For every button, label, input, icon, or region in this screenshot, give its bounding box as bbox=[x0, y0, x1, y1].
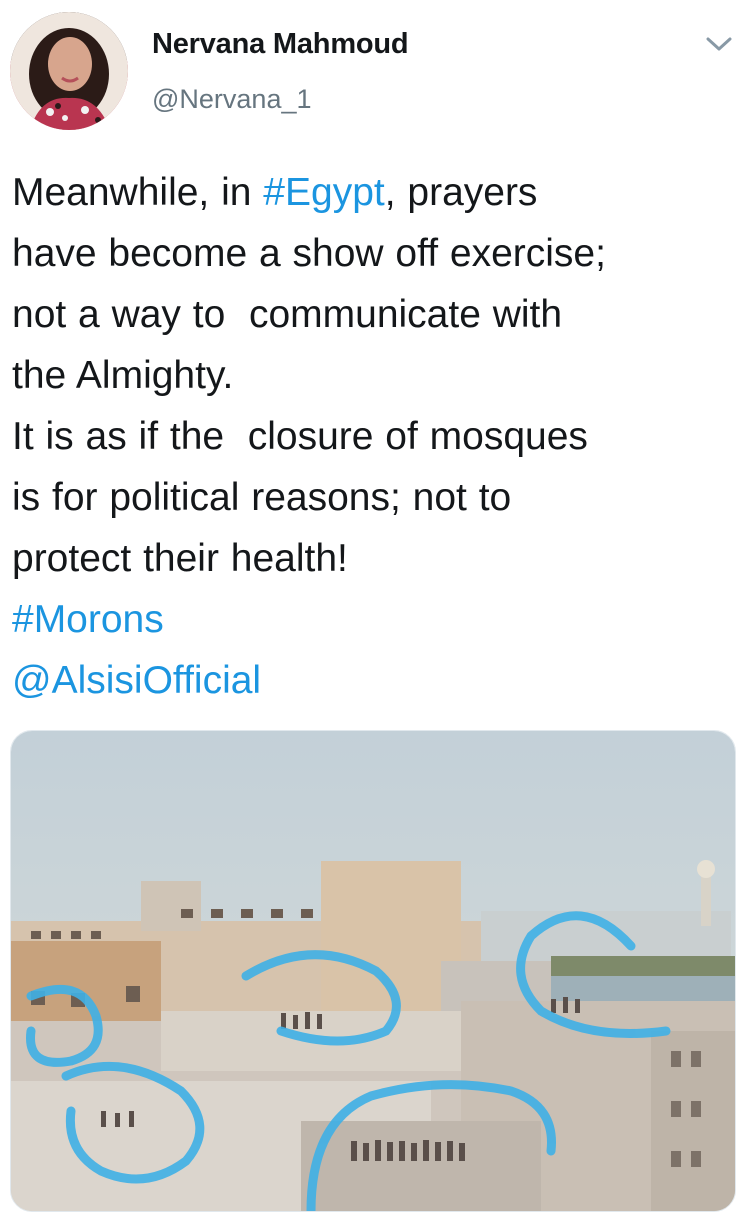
chevron-down-icon[interactable] bbox=[702, 30, 736, 58]
tweet-text: Meanwhile, in #Egypt, prayers have becom… bbox=[12, 162, 742, 711]
author-handle[interactable]: @Nervana_1 bbox=[152, 84, 312, 115]
tweet-text-line: is for political reasons; not to bbox=[12, 476, 512, 519]
avatar[interactable] bbox=[10, 12, 128, 130]
author-name[interactable]: Nervana Mahmoud bbox=[152, 28, 409, 61]
tweet-photo[interactable] bbox=[10, 730, 736, 1212]
tweet-text-line: have become a show off exercise; bbox=[12, 232, 606, 275]
mention-link[interactable]: @AlsisiOfficial bbox=[12, 659, 261, 702]
hashtag-morons-link[interactable]: #Morons bbox=[12, 598, 164, 641]
tweet-text-line: not a way to communicate with bbox=[12, 293, 563, 336]
tweet-card: Nervana Mahmoud @Nervana_1 Meanwhile, in… bbox=[0, 0, 754, 1212]
tweet-text-line: protect their health! bbox=[12, 537, 348, 580]
tweet-text-line: It is as if the closure of mosques bbox=[12, 415, 588, 458]
hashtag-egypt-link[interactable]: #Egypt bbox=[263, 171, 384, 214]
tweet-text-line: the Almighty. bbox=[12, 354, 234, 397]
tweet-text-segment: , prayers bbox=[384, 171, 538, 214]
tweet-text-segment: Meanwhile, in bbox=[12, 171, 264, 214]
